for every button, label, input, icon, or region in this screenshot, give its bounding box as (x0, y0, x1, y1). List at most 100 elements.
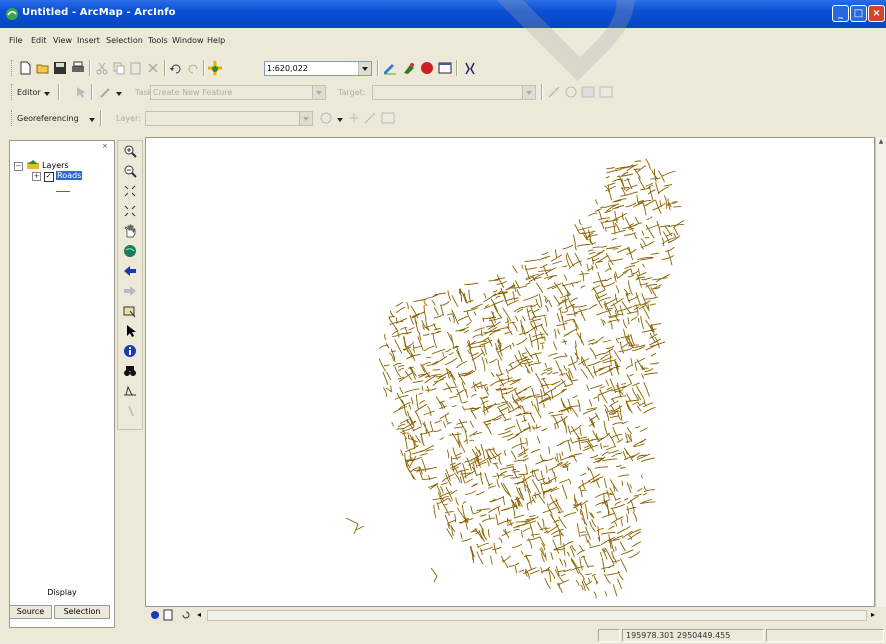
menu-window[interactable]: Window (172, 36, 204, 45)
road-segments (378, 158, 685, 599)
back-icon[interactable] (122, 263, 138, 279)
copy-icon[interactable] (111, 60, 127, 76)
scroll-up-icon[interactable]: ▲ (877, 138, 885, 148)
georef-tools-dropdown-icon[interactable] (336, 111, 344, 127)
layer-combo[interactable] (145, 111, 313, 126)
editor-toolbar-icon[interactable] (382, 60, 398, 76)
chevron-down-icon[interactable] (312, 86, 325, 99)
arctoolbox-icon[interactable] (401, 60, 417, 76)
editor-toolbar: Editor Task: Create New Feature Target: (0, 82, 886, 104)
menu-bar: File Edit View Insert Selection Tools Wi… (0, 34, 886, 48)
title-bar[interactable]: Untitled - ArcMap - ArcInfo _ □ × (0, 0, 886, 28)
editor-dropdown-icon[interactable] (43, 85, 51, 101)
arcmap-globe-icon[interactable] (419, 60, 435, 76)
menu-tools[interactable]: Tools (148, 36, 168, 45)
task-combo[interactable]: Create New Feature (150, 85, 326, 100)
chevron-down-icon[interactable] (522, 86, 535, 99)
chevron-down-icon[interactable] (358, 62, 371, 75)
sketch-dropdown-icon[interactable] (115, 85, 123, 101)
cut-icon[interactable] (94, 60, 110, 76)
layout-view-icon[interactable] (163, 609, 173, 621)
map-scale-value: 1:620,022 (267, 64, 308, 73)
rotate-icon[interactable] (318, 110, 334, 126)
identify-icon[interactable] (122, 343, 138, 359)
measure-icon[interactable] (122, 383, 138, 399)
expand-icon[interactable]: + (32, 172, 41, 181)
delete-icon[interactable] (145, 60, 161, 76)
attributes-icon[interactable] (580, 84, 596, 100)
roads-layer-label[interactable]: Roads (56, 171, 83, 180)
edit-tool-icon[interactable] (72, 84, 88, 100)
add-control-points-icon[interactable] (362, 110, 378, 126)
menu-insert[interactable]: Insert (77, 36, 100, 45)
view-link-table-icon[interactable] (380, 110, 396, 126)
zoom-out-icon[interactable] (122, 163, 138, 179)
outlying-roads (345, 387, 438, 583)
map-vertical-scrollbar[interactable]: ▲ (875, 137, 886, 607)
menu-file[interactable]: File (9, 36, 22, 45)
sketch-properties-icon[interactable] (598, 84, 614, 100)
map-horizontal-scrollbar[interactable] (207, 610, 867, 621)
data-view-icon[interactable] (149, 609, 161, 621)
menu-help[interactable]: Help (207, 36, 225, 45)
tab-selection[interactable]: Selection (54, 605, 110, 619)
map-scale-combo[interactable]: 1:620,022 (264, 61, 372, 76)
maximize-button[interactable]: □ (850, 5, 867, 22)
scroll-right-icon[interactable]: ▸ (871, 610, 875, 619)
command-line-icon[interactable] (437, 60, 453, 76)
toolbar-grip[interactable] (11, 60, 15, 76)
close-button[interactable]: × (868, 5, 885, 22)
open-icon[interactable] (35, 60, 51, 76)
scroll-left-icon[interactable]: ◂ (197, 610, 201, 619)
arcmap-window: Untitled - ArcMap - ArcInfo _ □ × File E… (0, 0, 886, 644)
roads-layer-node[interactable]: + ✓ Roads (32, 171, 83, 182)
sketch-tool-icon[interactable] (98, 84, 114, 100)
roads-layer-map[interactable] (146, 138, 874, 606)
save-icon[interactable] (52, 60, 68, 76)
map-display[interactable] (145, 137, 875, 607)
status-cell (766, 629, 884, 642)
target-combo[interactable] (372, 85, 536, 100)
tab-source[interactable]: Source (9, 605, 52, 619)
zoom-in-icon[interactable] (122, 143, 138, 159)
find-icon[interactable] (122, 363, 138, 379)
georeferencing-dropdown-icon[interactable] (88, 111, 96, 127)
hyperlink-icon[interactable] (122, 403, 138, 419)
chevron-down-icon[interactable] (299, 112, 312, 125)
select-features-icon[interactable] (122, 303, 138, 319)
forward-icon[interactable] (122, 283, 138, 299)
add-data-icon[interactable] (207, 60, 223, 76)
print-icon[interactable] (70, 60, 86, 76)
menu-edit[interactable]: Edit (31, 36, 47, 45)
split-tool-icon[interactable] (546, 84, 562, 100)
tab-display[interactable]: Display (9, 588, 115, 597)
menu-selection[interactable]: Selection (106, 36, 143, 45)
fixed-zoom-in-icon[interactable] (122, 183, 138, 199)
new-icon[interactable] (17, 60, 33, 76)
menu-view[interactable]: View (53, 36, 72, 45)
refresh-icon[interactable] (181, 609, 191, 621)
shift-icon[interactable] (346, 110, 362, 126)
task-value: Create New Feature (153, 88, 233, 97)
undo-icon[interactable] (168, 60, 184, 76)
toc-close-icon[interactable]: × (102, 142, 108, 150)
pan-icon[interactable] (122, 223, 138, 239)
full-extent-icon[interactable] (122, 243, 138, 259)
layers-frame-node[interactable]: − Layers (14, 159, 69, 171)
whats-this-icon[interactable] (462, 60, 478, 76)
minimize-button[interactable]: _ (832, 5, 849, 22)
fixed-zoom-out-icon[interactable] (122, 203, 138, 219)
status-cell (598, 629, 620, 642)
editor-menu-label[interactable]: Editor (17, 88, 41, 97)
layers-label: Layers (42, 161, 69, 170)
standard-toolbar: 1:620,022 (0, 58, 886, 80)
select-elements-icon[interactable] (122, 323, 138, 339)
redo-icon[interactable] (185, 60, 201, 76)
georeferencing-menu-label[interactable]: Georeferencing (17, 114, 79, 123)
layer-visibility-checkbox[interactable]: ✓ (43, 172, 54, 182)
paste-icon[interactable] (128, 60, 144, 76)
rotate-tool-icon[interactable] (563, 84, 579, 100)
layer-label: Layer: (116, 114, 141, 123)
collapse-icon[interactable]: − (14, 162, 23, 171)
coordinate-readout: 195978.301 2950449.455 (622, 629, 764, 642)
